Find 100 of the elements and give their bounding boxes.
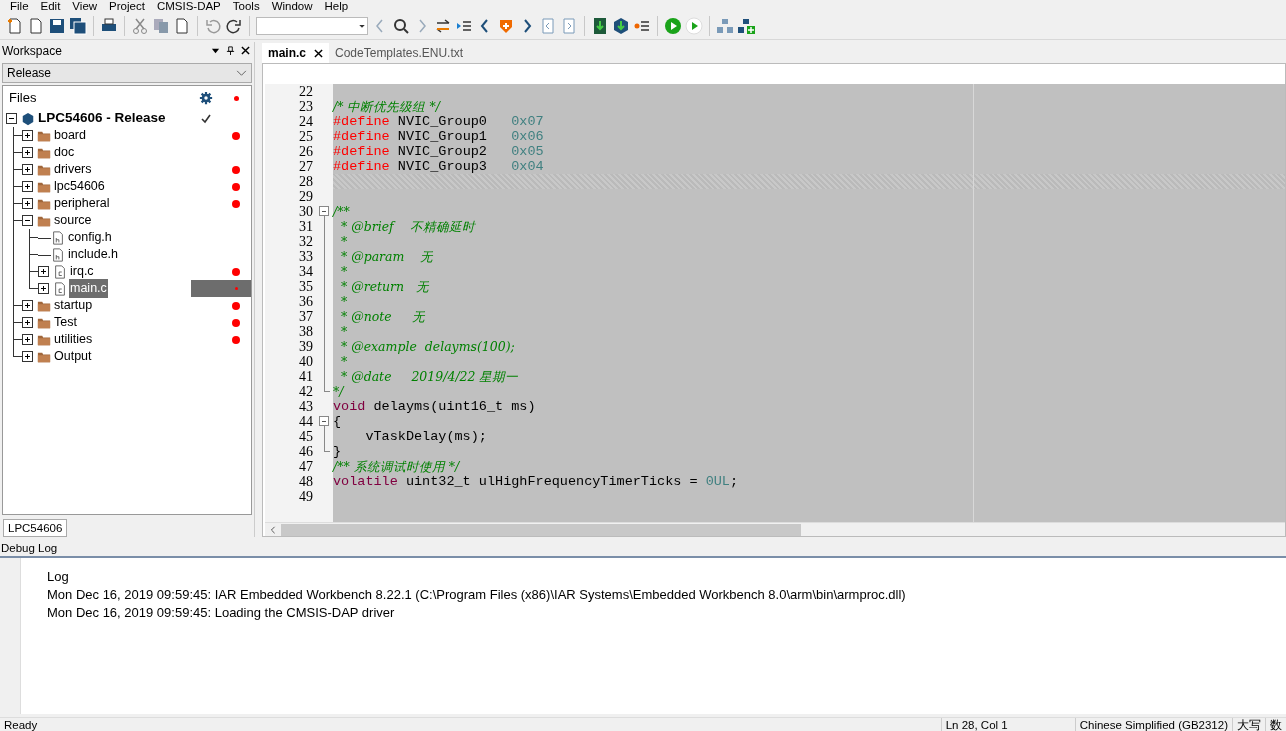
expand-toggle[interactable] [22,147,33,158]
code-line: * @note 无 [339,310,425,325]
line-number: 48 [298,474,313,489]
tree-item[interactable]: lpc54606 [53,177,106,196]
save-all-icon[interactable] [69,16,87,35]
search-icon[interactable] [392,16,410,35]
expand-toggle[interactable] [38,283,49,294]
expand-toggle[interactable] [22,334,33,345]
tree-item[interactable]: startup [53,296,94,315]
tree-item[interactable]: config.h [67,228,113,247]
close-icon[interactable] [314,48,323,58]
fold-toggle[interactable] [319,206,329,216]
tree-item[interactable]: main.c [69,279,108,298]
gear-icon[interactable] [199,91,213,105]
line-number: 40 [298,354,313,369]
line-number: 25 [298,129,313,144]
editor-tab[interactable]: CodeTemplates.ENU.txt [329,43,470,63]
menu-item[interactable]: Window [267,0,321,12]
hexagon-icon [21,111,35,126]
copy-icon[interactable] [152,16,170,35]
configuration-dropdown[interactable]: Release [2,63,252,83]
code-line: /* 中断优先级组 */ [333,100,440,115]
dropdown-icon[interactable] [211,46,220,55]
save-icon[interactable] [48,16,66,35]
num-lock-indicator: 数 [1265,718,1286,731]
line-number: 41 [298,369,313,384]
expand-toggle[interactable] [22,181,33,192]
line-number: 29 [298,189,313,204]
line-number: 45 [298,429,313,444]
play-icon[interactable] [664,16,682,35]
tree-item[interactable]: Test [53,313,78,332]
line-number: 22 [298,84,313,99]
play-icon[interactable] [685,16,703,35]
code-line: * @brief 不精确延时 [339,220,475,235]
c-file-icon [53,281,67,296]
paste-icon[interactable] [173,16,191,35]
line-number: 24 [298,114,313,129]
expand-toggle[interactable] [22,300,33,311]
menu-item[interactable]: Help [320,0,357,12]
expand-toggle[interactable] [38,266,49,277]
horizontal-scrollbar[interactable] [265,522,1285,536]
hierarchy-add-icon[interactable] [737,16,755,35]
code-line: } [333,444,342,459]
code-line: #define NVIC_Group1 0x06 [333,129,544,144]
code-line: void delayms(uint16_t ms) [333,399,536,414]
column-header: Files [9,89,37,108]
tree-item[interactable]: doc [53,143,76,162]
cut-icon[interactable] [131,16,149,35]
expand-toggle[interactable] [22,130,33,141]
menu-item[interactable]: File [6,0,37,12]
menu-item[interactable]: View [68,0,106,12]
code-line: #define NVIC_Group2 0x05 [333,144,544,159]
status-dot [233,95,239,101]
code-line: * @param 无 [339,250,434,265]
collapse-toggle[interactable] [6,113,17,124]
column-header: Log [47,568,70,586]
cursor-position: Ln 28, Col 1 [940,718,1075,731]
tree-item[interactable]: utilities [53,330,94,349]
line-number: 33 [298,249,313,264]
close-icon[interactable] [241,46,250,55]
tree-item[interactable]: drivers [53,160,93,179]
tree-item[interactable]: Output [53,347,93,366]
menu-item[interactable]: CMSIS-DAP [152,0,229,12]
log-entry: Mon Dec 16, 2019 09:59:45: IAR Embedded Workbench 8.22.1 (C:\Program Files (x86)\IAR Systems\Embedded Workbench 8.0\arm\bin\armproc.dll) [47,586,907,604]
c-file-icon [53,264,67,279]
tree-item[interactable]: peripheral [53,194,111,213]
menu-item[interactable]: Edit [36,0,69,12]
fold-toggle[interactable] [319,416,329,426]
expand-toggle[interactable] [22,317,33,328]
code-line: * [339,325,348,340]
tree-item[interactable]: source [53,211,93,230]
swap-arrows-icon[interactable] [434,16,452,35]
new-file-icon[interactable] [6,16,24,35]
expand-toggle[interactable] [22,164,33,175]
expand-toggle[interactable] [22,351,33,362]
collapse-toggle[interactable] [22,215,33,226]
expand-toggle[interactable] [22,198,33,209]
download-icon[interactable] [612,16,630,35]
download-icon[interactable] [591,16,609,35]
panel-title: Workspace [2,42,63,60]
code-line: * [339,235,348,250]
tree-item[interactable]: include.h [67,245,120,264]
editor-tab[interactable]: main.c [262,43,329,63]
line-number: 44 [298,414,313,429]
line-number: 23 [298,99,313,114]
menu-item[interactable]: Project [105,0,153,12]
project-tab[interactable]: LPC54606 [3,519,68,537]
tree-item[interactable]: board [53,126,87,145]
code-line: /** 系统调试时使用 */ [333,460,460,475]
panel-title: Debug Log [1,541,58,557]
pin-icon[interactable] [226,46,235,55]
menu-item[interactable]: Tools [228,0,268,12]
code-line: vTaskDelay(ms); [364,429,487,444]
tree-item[interactable]: LPC54606 - Release [37,108,167,129]
header-file-icon [51,230,65,245]
scroll-left-icon[interactable] [269,525,277,534]
status-message: Ready [3,718,39,731]
code-line: volatile uint32_t ulHighFrequencyTimerTicks = 0UL; [333,474,739,489]
tree-item[interactable]: irq.c [69,262,95,281]
line-number: 39 [298,339,313,354]
